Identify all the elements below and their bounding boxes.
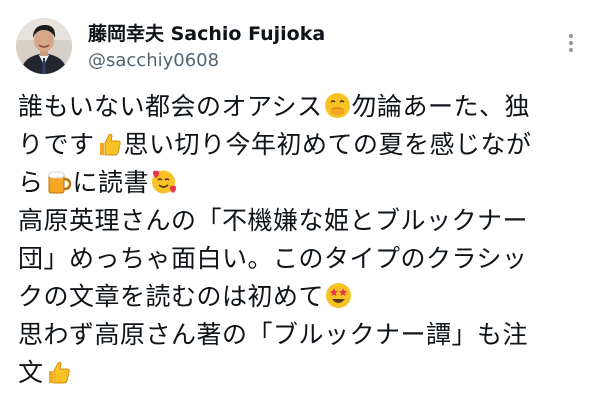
tweet-text-segment: 団」めっちゃ面白い。このタイプのクラシッ <box>18 244 528 273</box>
smiling-face-with-hearts-icon <box>150 168 177 195</box>
author-handle[interactable]: @sacchiy0608 <box>88 50 219 72</box>
tweet-line: 高原英理さんの「不機嫌な姫とブルックナー <box>18 202 588 240</box>
thumbs-up-icon <box>45 358 72 385</box>
thumbs-up-icon <box>96 130 123 157</box>
tweet-line: 思わず高原さん著の「ブルックナー譚」も注 <box>18 316 588 354</box>
tweet-line: クの文章を読むのは初めて <box>18 278 588 316</box>
beer-mug-icon <box>45 168 72 195</box>
tweet-line: らに読書 <box>18 164 588 202</box>
author-name[interactable]: 藤岡幸夫 Sachio Fujioka <box>88 22 325 46</box>
tweet-text-segment: に読書 <box>72 168 150 197</box>
tweet-line: 団」めっちゃ面白い。このタイプのクラシッ <box>18 240 588 278</box>
tweet-card: 藤岡幸夫 Sachio Fujioka @sacchiy0608 誰もいない都会… <box>0 0 600 402</box>
avatar[interactable] <box>16 18 72 74</box>
tweet-text-segment: 誰もいない都会のオアシス <box>18 92 323 121</box>
tweet-text-segment: 思い切り今年初めての夏を感じなが <box>123 130 532 159</box>
avatar-image <box>16 18 72 74</box>
tweet-text-segment: クの文章を読むのは初めて <box>18 282 325 311</box>
tweet-text-segment: 文 <box>18 358 44 387</box>
tweet-text: 誰もいない都会のオアシス 勿論あーた、独 りです 思い切り今年初めての夏を感じなが … <box>18 88 588 392</box>
tweet-line: 文 <box>18 354 588 392</box>
tweet-line: りです 思い切り今年初めての夏を感じなが <box>18 126 588 164</box>
grinning-hand-over-mouth-icon <box>324 92 351 119</box>
tweet-text-segment: ら <box>18 168 44 197</box>
tweet-line: 誰もいない都会のオアシス 勿論あーた、独 <box>18 88 588 126</box>
more-options-button[interactable] <box>560 30 582 56</box>
star-struck-icon <box>325 282 352 309</box>
more-vertical-icon <box>569 34 573 52</box>
tweet-text-segment: 勿論あーた、独 <box>351 92 531 121</box>
tweet-text-segment: りです <box>18 130 95 159</box>
tweet-text-segment: 思わず高原さん著の「ブルックナー譚」も注 <box>18 320 529 349</box>
tweet-text-segment: 高原英理さんの「不機嫌な姫とブルックナー <box>18 206 529 235</box>
